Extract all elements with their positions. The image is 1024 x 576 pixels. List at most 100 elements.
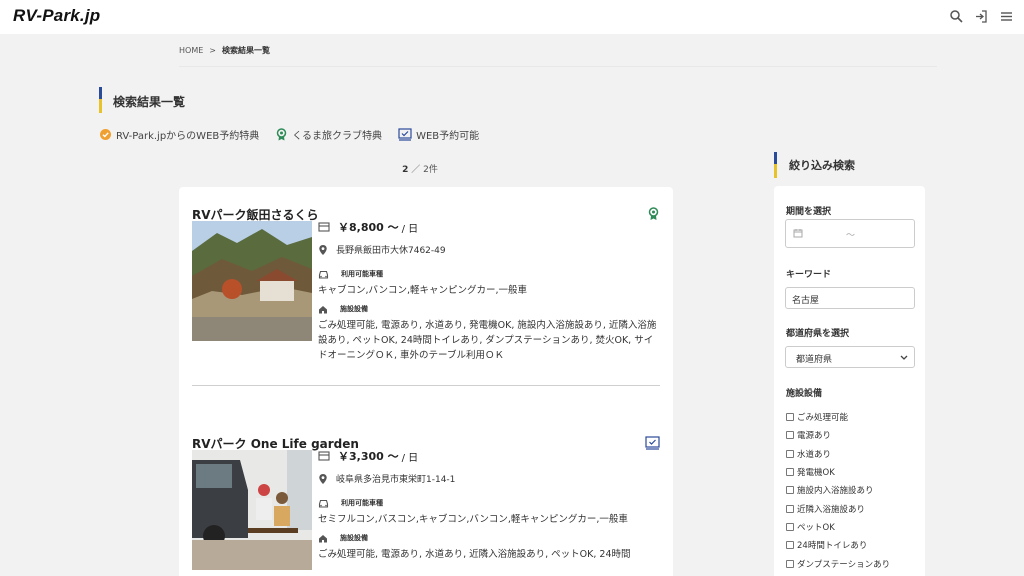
filter-sidebar: 期間を選択 〜 キーワード 名古屋 都道府県を選択 都道府県 施設設備 ごみ処理… <box>774 186 925 576</box>
card-divider <box>192 385 660 386</box>
checkbox-box[interactable] <box>786 541 794 550</box>
login-icon[interactable] <box>974 9 989 24</box>
results-panel: RVパーク飯田さるくら ￥8,800 〜 / 日 長野県飯田市大休7462-49… <box>179 187 673 576</box>
breadcrumb-current: 検索結果一覧 <box>221 46 270 55</box>
top-bar: RV-Park.jp <box>0 0 1024 34</box>
price-value: ￥8,800 〜 <box>338 221 399 234</box>
vehicle-heading: 利用可能車種 <box>318 269 662 279</box>
facility-checkbox[interactable]: ペットOK <box>786 518 890 536</box>
card-payment-icon <box>318 451 330 461</box>
facility-label: 施設設備 <box>340 534 368 542</box>
address-text: 長野県飯田市大休7462-49 <box>336 246 446 256</box>
checkbox-box[interactable] <box>786 504 794 513</box>
car-icon <box>318 499 329 508</box>
breadcrumb-home[interactable]: HOME <box>179 46 203 55</box>
card-address: 岐阜県多治見市東栄町1-14-1 <box>318 472 662 485</box>
facility-checkbox[interactable]: 電源あり <box>786 426 890 444</box>
checkbox-box[interactable] <box>786 559 794 568</box>
legend-label: RV-Park.jpからのWEB予約特典 <box>116 131 260 142</box>
web-badge-icon <box>100 129 111 140</box>
facility-checkbox[interactable]: 水道あり <box>786 445 890 463</box>
checkbox-box[interactable] <box>786 486 794 495</box>
checkbox-label: 水道あり <box>797 449 832 460</box>
keyword-input[interactable]: 名古屋 <box>785 287 915 309</box>
checkbox-label: 近隣入浴施設あり <box>797 504 866 515</box>
sidebar-title: 絞り込み検索 <box>789 159 855 172</box>
home-icon <box>319 305 327 313</box>
prefecture-label: 都道府県を選択 <box>786 329 850 339</box>
vehicle-types: セミフルコン,バスコン,キャブコン,バンコン,軽キャンピングカー,一般車 <box>318 514 628 525</box>
checkbox-label: 施設内入浴施設あり <box>797 486 874 497</box>
facility-checkbox[interactable]: 発電機OK <box>786 463 890 481</box>
badge-legend: RV-Park.jpからのWEB予約特典 くるま旅クラブ特典 WEB予約可能 <box>99 127 495 142</box>
facility-checkbox[interactable]: 近隣入浴施設あり <box>786 499 890 517</box>
page-title: 検索結果一覧 <box>113 95 186 109</box>
facility-checkbox[interactable]: ダンプステーションあり <box>786 554 890 572</box>
vehicle-heading: 利用可能車種 <box>318 498 662 508</box>
address-text: 岐阜県多治見市東栄町1-14-1 <box>336 475 456 485</box>
facility-list: ごみ処理可能, 電源あり, 水道あり, 近隣入浴施設あり, ペットOK, 24時… <box>318 549 631 560</box>
vehicle-label: 利用可能車種 <box>341 270 383 278</box>
title-accent-bar <box>99 87 102 113</box>
checkbox-label: ダンプステーションあり <box>797 559 891 570</box>
result-card[interactable]: RVパーク One Life garden ￥3,300 〜 / 日 岐阜県多治… <box>192 435 660 576</box>
facility-filter-label: 施設設備 <box>786 389 823 399</box>
period-label: 期間を選択 <box>786 207 832 217</box>
vehicle-types: キャブコン,バンコン,軽キャンピングカー,一般車 <box>318 285 528 296</box>
facility-heading: 施設設備 <box>318 533 662 543</box>
kuruma-club-icon <box>277 128 287 141</box>
vehicle-label: 利用可能車種 <box>341 499 383 507</box>
period-separator: 〜 <box>846 231 856 241</box>
header-icons <box>949 9 1014 24</box>
period-picker[interactable]: 〜 <box>785 219 915 248</box>
checkbox-box[interactable] <box>786 431 794 440</box>
card-info: ￥3,300 〜 / 日 岐阜県多治見市東栄町1-14-1 利用可能車種 セミフル… <box>318 448 662 562</box>
result-count-shown: 2 <box>402 165 409 175</box>
home-icon <box>319 534 327 542</box>
result-card[interactable]: RVパーク飯田さるくら ￥8,800 〜 / 日 長野県飯田市大休7462-49… <box>192 206 660 386</box>
card-price: ￥3,300 〜 / 日 <box>318 448 662 464</box>
price-value: ￥3,300 〜 <box>338 450 399 463</box>
checkbox-label: 発電機OK <box>797 468 835 479</box>
calendar-icon <box>793 229 803 238</box>
facility-checkbox[interactable]: ごみ処理可能 <box>786 408 890 426</box>
price-unit: / 日 <box>401 452 419 464</box>
chevron-down-icon <box>900 355 908 360</box>
legend-item-web-booking: WEB予約可能 <box>398 127 479 142</box>
keyword-value: 名古屋 <box>792 296 820 306</box>
checkbox-box[interactable] <box>786 522 794 531</box>
price-unit: / 日 <box>401 223 419 235</box>
site-logo[interactable]: RV-Park.jp <box>13 6 100 26</box>
menu-icon[interactable] <box>999 9 1014 24</box>
checkbox-box[interactable] <box>786 413 794 422</box>
keyword-label: キーワード <box>786 270 832 280</box>
checkbox-box[interactable] <box>786 449 794 458</box>
sidebar-accent-bar <box>774 152 777 178</box>
facility-label: 施設設備 <box>340 305 368 313</box>
breadcrumb-divider <box>179 66 937 67</box>
location-pin-icon <box>319 244 327 255</box>
web-booking-icon <box>398 128 412 141</box>
card-price: ￥8,800 〜 / 日 <box>318 219 662 235</box>
facility-heading: 施設設備 <box>318 304 662 314</box>
legend-item-web-benefit: RV-Park.jpからのWEB予約特典 <box>99 127 259 142</box>
checkbox-label: 電源あり <box>797 431 832 442</box>
card-photo[interactable] <box>192 221 312 341</box>
prefecture-select[interactable]: 都道府県 <box>785 346 915 368</box>
breadcrumb: HOME > 検索結果一覧 <box>179 45 270 56</box>
checkbox-label: ごみ処理可能 <box>797 413 849 424</box>
checkbox-label: ペットOK <box>797 522 835 533</box>
location-pin-icon <box>319 473 327 484</box>
card-photo[interactable] <box>192 450 312 570</box>
result-count: 2 ／ 2件 <box>380 162 460 175</box>
legend-item-kuruma-club: くるま旅クラブ特典 <box>275 127 382 142</box>
facility-checkbox[interactable]: 24時間トイレあり <box>786 536 890 554</box>
card-address: 長野県飯田市大休7462-49 <box>318 243 662 256</box>
search-icon[interactable] <box>949 9 964 24</box>
checkbox-box[interactable] <box>786 468 794 477</box>
prefecture-value: 都道府県 <box>796 355 833 365</box>
facility-checkbox-list: ごみ処理可能 電源あり 水道あり 発電機OK 施設内入浴施設あり 近隣入浴施設あ… <box>786 408 890 573</box>
facility-checkbox[interactable]: 施設内入浴施設あり <box>786 481 890 499</box>
facility-list: ごみ処理可能, 電源あり, 水道あり, 発電機OK, 施設内入浴施設あり, 近隣… <box>318 320 657 361</box>
breadcrumb-separator: > <box>209 46 216 55</box>
